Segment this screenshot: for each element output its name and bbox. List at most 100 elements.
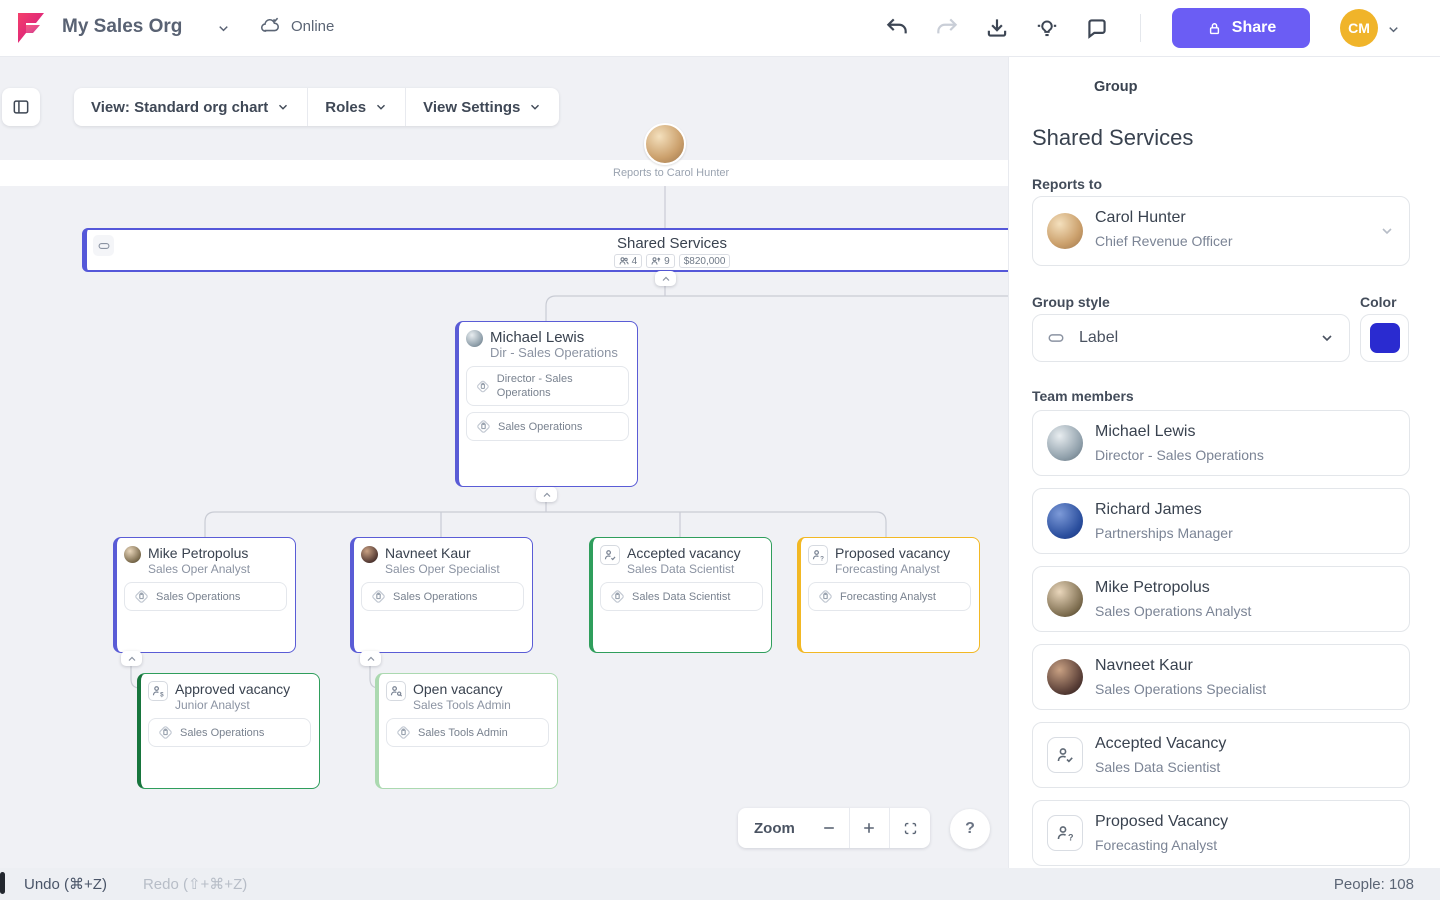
download-icon[interactable] — [984, 15, 1010, 41]
scrollbar-thumb[interactable] — [0, 872, 5, 894]
org-chart-canvas[interactable]: View: Standard org chart Roles View Sett… — [0, 57, 1008, 868]
member-card-mike-petropolus[interactable]: Mike Petropolus Sales Operations Analyst — [1032, 566, 1410, 632]
member-card-proposed-vacancy[interactable]: ? Proposed Vacancy Forecasting Analyst — [1032, 800, 1410, 866]
member-card-michael-lewis[interactable]: Michael Lewis Director - Sales Operation… — [1032, 410, 1410, 476]
card-title: Sales Tools Admin — [413, 698, 511, 712]
card-title: Sales Oper Specialist — [385, 562, 500, 576]
view-settings-label: View Settings — [423, 99, 520, 116]
role-diamond-icon — [475, 418, 492, 435]
chevron-down-icon — [1319, 330, 1335, 346]
svg-text:?: ? — [1068, 833, 1074, 843]
view-dropdown-label: View: Standard org chart — [91, 99, 268, 116]
fit-screen-icon — [902, 820, 919, 837]
org-card-open-vacancy[interactable]: Open vacancy Sales Tools Admin Sales Too… — [375, 673, 558, 789]
avatar — [124, 546, 141, 563]
canvas-toolbar: View: Standard org chart Roles View Sett… — [74, 88, 559, 126]
view-dropdown[interactable]: View: Standard org chart — [74, 88, 307, 126]
color-picker[interactable] — [1360, 314, 1409, 362]
group-bar-shared-services[interactable]: Shared Services 4 9 $820,000 — [82, 228, 1008, 272]
person-search-icon — [386, 681, 406, 701]
role-chip[interactable]: Sales Operations — [148, 718, 311, 747]
chevron-down-icon[interactable] — [216, 21, 231, 36]
undo-icon[interactable] — [884, 15, 910, 41]
member-card-richard-james[interactable]: Richard James Partnerships Manager — [1032, 488, 1410, 554]
collapse-caret-group[interactable] — [655, 271, 676, 286]
role-diamond-icon — [133, 588, 150, 605]
budget-value: $820,000 — [684, 256, 726, 267]
color-label: Color — [1360, 294, 1397, 310]
role-chip[interactable]: Sales Operations — [124, 582, 287, 611]
collapse-caret-navneet[interactable] — [360, 651, 381, 666]
svg-text:$: $ — [160, 691, 164, 698]
roles-count-value: 9 — [664, 256, 670, 267]
lightbulb-icon[interactable] — [1034, 15, 1060, 41]
role-chip[interactable]: Sales Operations — [361, 582, 524, 611]
org-card-approved-vacancy[interactable]: $ Approved vacancy Junior Analyst Sales … — [137, 673, 320, 789]
group-style-select[interactable]: Label — [1032, 314, 1350, 362]
member-card-navneet-kaur[interactable]: Navneet Kaur Sales Operations Specialist — [1032, 644, 1410, 710]
lock-icon — [1206, 20, 1223, 37]
card-name: Michael Lewis — [490, 329, 618, 346]
app-root: View: Standard org chart Roles View Sett… — [0, 0, 1440, 900]
online-status-text: Online — [291, 18, 334, 35]
org-name[interactable]: My Sales Org — [62, 16, 182, 38]
roles-dropdown[interactable]: Roles — [308, 88, 405, 126]
share-button-label: Share — [1232, 19, 1276, 37]
card-title: Sales Oper Analyst — [148, 562, 250, 576]
role-chip[interactable]: Director - Sales Operations — [466, 366, 629, 406]
avatar — [1047, 659, 1083, 695]
user-avatar[interactable]: CM — [1340, 9, 1378, 47]
reports-to-card[interactable]: Carol Hunter Chief Revenue Officer — [1032, 196, 1410, 266]
role-chip[interactable]: Forecasting Analyst — [808, 582, 971, 611]
role-chip[interactable]: Sales Tools Admin — [386, 718, 549, 747]
card-name: Open vacancy — [413, 681, 511, 698]
avatar — [1047, 425, 1083, 461]
view-settings-dropdown[interactable]: View Settings — [406, 88, 559, 126]
role-chip[interactable]: Sales Data Scientist — [600, 582, 763, 611]
chevron-down-icon — [528, 100, 542, 114]
member-title: Sales Data Scientist — [1095, 759, 1220, 775]
org-card-accepted-vacancy[interactable]: Accepted vacancy Sales Data Scientist Sa… — [589, 537, 772, 653]
reports-to-banner-text: Reports to Carol Hunter — [613, 167, 723, 179]
redo-button[interactable]: Redo (⇧+⌘+Z) — [143, 875, 247, 893]
avatar — [1047, 581, 1083, 617]
role-chip-label: Sales Tools Admin — [418, 726, 508, 740]
redo-icon[interactable] — [934, 15, 960, 41]
roles-dropdown-label: Roles — [325, 99, 366, 116]
status-bar: Undo (⌘+Z) Redo (⇧+⌘+Z) People: 108 — [0, 868, 1440, 900]
role-chip-label: Forecasting Analyst — [840, 590, 936, 604]
carol-hunter-avatar[interactable] — [644, 123, 686, 165]
chevron-down-icon[interactable] — [1386, 22, 1401, 37]
org-card-proposed-vacancy[interactable]: ? Proposed vacancy Forecasting Analyst F… — [797, 537, 980, 653]
collapse-caret-mike[interactable] — [121, 651, 142, 666]
fit-screen-button[interactable] — [890, 808, 930, 848]
color-swatch — [1370, 323, 1400, 353]
role-chip-label: Sales Operations — [180, 726, 264, 740]
zoom-out-button[interactable] — [809, 808, 849, 848]
org-card-navneet-kaur[interactable]: Navneet Kaur Sales Oper Specialist Sales… — [350, 537, 533, 653]
role-chip[interactable]: Sales Operations — [466, 412, 629, 441]
member-name: Accepted Vacancy — [1095, 735, 1226, 753]
share-button[interactable]: Share — [1172, 8, 1310, 48]
card-name: Navneet Kaur — [385, 545, 500, 562]
comment-icon[interactable] — [1084, 15, 1110, 41]
role-diamond-icon — [475, 378, 491, 395]
budget-badge: $820,000 — [679, 254, 731, 268]
org-card-mike-petropolus[interactable]: Mike Petropolus Sales Oper Analyst Sales… — [113, 537, 296, 653]
collapse-caret-michael[interactable] — [536, 487, 557, 502]
top-bar: My Sales Org Online — [0, 0, 1440, 57]
cloud-check-icon — [258, 15, 282, 37]
role-diamond-icon — [370, 588, 387, 605]
member-title: Sales Operations Analyst — [1095, 603, 1251, 619]
zoom-in-button[interactable] — [850, 808, 890, 848]
member-card-accepted-vacancy[interactable]: Accepted Vacancy Sales Data Scientist — [1032, 722, 1410, 788]
member-title: Partnerships Manager — [1095, 525, 1233, 541]
help-button[interactable]: ? — [950, 809, 990, 849]
avatar — [361, 546, 378, 563]
member-name: Mike Petropolus — [1095, 579, 1210, 597]
undo-button[interactable]: Undo (⌘+Z) — [24, 875, 107, 893]
org-card-michael-lewis[interactable]: Michael Lewis Dir - Sales Operations Dir… — [455, 321, 638, 487]
card-name: Mike Petropolus — [148, 545, 250, 562]
person-dollar-icon: $ — [148, 681, 168, 701]
sidebar-toggle-button[interactable] — [2, 88, 40, 126]
